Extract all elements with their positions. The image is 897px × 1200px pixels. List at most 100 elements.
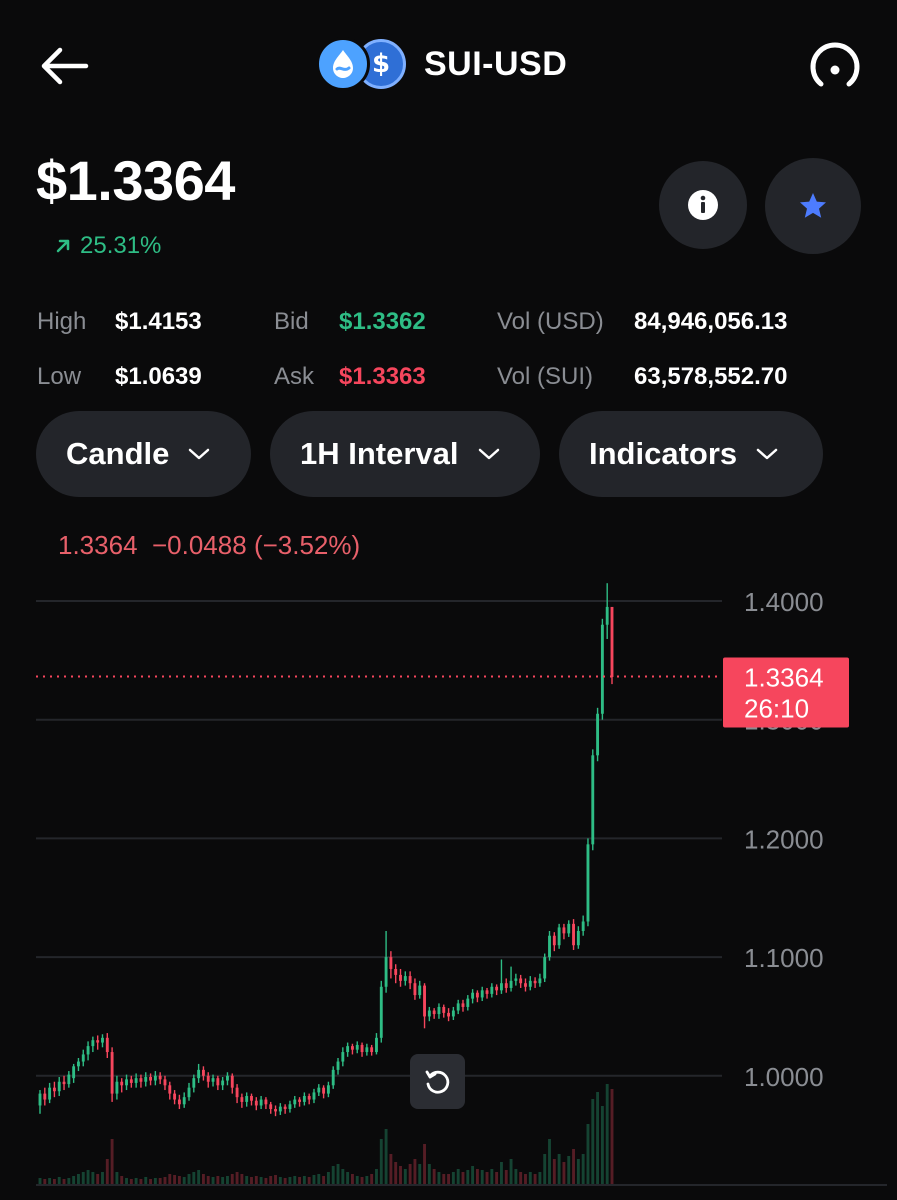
candle-body (153, 1075, 157, 1081)
candle-body (495, 986, 499, 991)
volume-bar (576, 1159, 580, 1184)
candle-body (105, 1037, 109, 1053)
candle-body (192, 1078, 196, 1088)
volume-bar (437, 1172, 441, 1184)
volume-bar (192, 1172, 196, 1184)
volume-bar (509, 1159, 513, 1184)
candle-body (254, 1100, 258, 1106)
candle-body (86, 1046, 90, 1055)
arrow-left-icon (41, 47, 89, 85)
chart-type-label: Candle (66, 436, 170, 471)
candle-body (163, 1079, 167, 1086)
volume-bar (101, 1172, 104, 1184)
volume-bar (105, 1159, 109, 1184)
candle-body (341, 1052, 345, 1062)
volume-bar (370, 1174, 374, 1184)
volume-bar (557, 1154, 561, 1184)
candle-body (346, 1046, 350, 1053)
reset-chart-button[interactable] (410, 1054, 465, 1109)
candle-body (226, 1075, 229, 1081)
y-tick-label: 1.4000 (744, 587, 824, 617)
volume-bar (331, 1166, 335, 1184)
chevron-down-icon (478, 448, 499, 460)
chart-type-dropdown[interactable]: Candle (36, 411, 251, 497)
y-tick-label: 1.2000 (744, 824, 824, 854)
volume-bar (322, 1176, 326, 1184)
volume-bar (307, 1177, 311, 1184)
volume-bar (43, 1179, 47, 1184)
volume-bar (548, 1139, 551, 1184)
candle-body (81, 1054, 85, 1062)
indicators-dropdown[interactable]: Indicators (559, 411, 823, 497)
info-button[interactable] (659, 161, 747, 249)
back-button[interactable] (32, 38, 96, 94)
candle-body (259, 1099, 263, 1106)
volume-bar (451, 1172, 455, 1184)
candle-body (447, 1012, 451, 1017)
candle-body (485, 990, 489, 994)
candle-body (101, 1037, 104, 1043)
volume-bar (153, 1178, 157, 1184)
volume-bar (96, 1174, 100, 1184)
volume-bar (187, 1174, 191, 1184)
candle-body (423, 985, 426, 1017)
candle-body (168, 1085, 172, 1094)
volume-bar (610, 1089, 614, 1184)
volume-bar (264, 1178, 268, 1184)
volume-bar (288, 1177, 292, 1184)
candle-body (480, 990, 484, 998)
volume-bar (57, 1177, 61, 1184)
volume-bar (120, 1176, 124, 1184)
volume-bar (596, 1092, 600, 1184)
volume-bar (216, 1176, 220, 1184)
volume-bar (552, 1159, 556, 1184)
legend-change-pct: (−3.52%) (253, 530, 361, 560)
candle-body (274, 1109, 277, 1112)
volume-bar (240, 1174, 244, 1184)
arrow-up-right-icon (56, 239, 70, 253)
candle-countdown: 26:10 (744, 693, 809, 723)
candle-body (216, 1078, 220, 1086)
volume-bar (302, 1176, 306, 1184)
candle-body (322, 1087, 326, 1094)
volume-bar (336, 1164, 340, 1184)
volume-bar (408, 1164, 412, 1184)
volume-bar (134, 1178, 138, 1184)
candle-body (120, 1081, 124, 1086)
volume-bar (350, 1174, 354, 1184)
candle-body (177, 1099, 181, 1105)
candle-body (466, 998, 470, 1007)
favorite-button[interactable] (765, 158, 861, 254)
gauge-button[interactable] (805, 38, 865, 94)
candle-body (288, 1104, 292, 1110)
candle-body (586, 844, 590, 922)
volume-bar (605, 1084, 609, 1184)
candle-body (572, 923, 575, 946)
candle-body (370, 1047, 374, 1053)
low-label: Low (37, 363, 82, 390)
volume-bar (293, 1176, 297, 1184)
candle-body (562, 927, 566, 934)
candle-body (519, 978, 523, 984)
y-tick-label: 1.1000 (744, 943, 824, 973)
candle-body (360, 1044, 364, 1053)
volume-bar (480, 1170, 484, 1184)
volume-bar (379, 1139, 383, 1184)
candle-body (538, 978, 542, 984)
volume-bar (475, 1169, 479, 1184)
candle-body (350, 1046, 354, 1050)
volume-bar (423, 1144, 426, 1184)
candle-body (336, 1061, 340, 1070)
candle-body (403, 976, 407, 981)
candle-body (206, 1075, 210, 1082)
low-value: $1.0639 (115, 363, 202, 390)
volume-bar (567, 1156, 571, 1184)
candle-body (197, 1069, 201, 1079)
candle-body (504, 983, 508, 988)
interval-dropdown[interactable]: 1H Interval (270, 411, 540, 497)
volume-bar (206, 1176, 210, 1184)
volume-bar (418, 1164, 422, 1184)
volume-bar (245, 1176, 249, 1184)
volume-bar (230, 1174, 234, 1184)
candle-body (548, 935, 551, 958)
